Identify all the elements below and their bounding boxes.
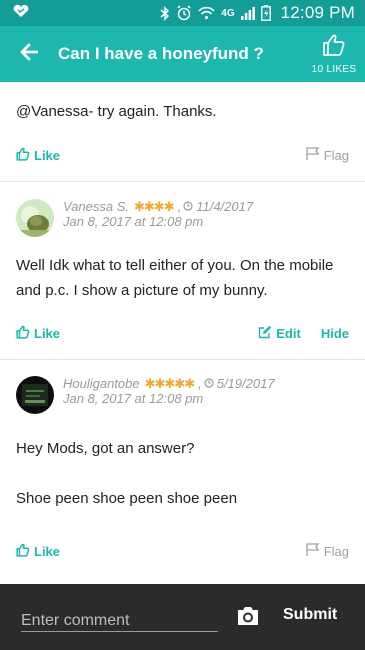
status-bar: 4G 12:09 PM xyxy=(0,0,365,26)
like-button[interactable]: Like xyxy=(16,543,60,560)
comment-composer: Submit xyxy=(0,584,365,650)
comment-item: Vanessa S. ✱✱✱✱ , 11/4/2017 Jan 8, 2017 … xyxy=(0,182,365,360)
thumbs-up-icon xyxy=(322,33,346,62)
comment-meta-text: Houligantobe ✱✱✱✱✱ , 5/19/2017 Jan 8, 20… xyxy=(63,376,275,406)
separator: , xyxy=(177,199,182,214)
member-since: 5/19/2017 xyxy=(216,376,275,391)
back-button[interactable] xyxy=(0,26,58,82)
author-name[interactable]: Vanessa S. xyxy=(63,199,129,214)
hide-button[interactable]: Hide xyxy=(321,326,349,341)
like-label: Like xyxy=(34,325,61,341)
camera-icon xyxy=(236,607,260,631)
status-icons: 4G 12:09 PM xyxy=(160,3,355,23)
comment-body: @Vanessa- try again. Thanks. xyxy=(16,103,217,120)
flag-icon xyxy=(306,147,320,163)
comment-meta: Vanessa S. ✱✱✱✱ , 11/4/2017 Jan 8, 2017 … xyxy=(16,199,253,237)
submit-button[interactable]: Submit xyxy=(283,606,337,624)
signal-icon xyxy=(240,6,255,20)
like-thread-button[interactable]: 10 LIKES xyxy=(303,26,365,82)
like-button[interactable]: Like xyxy=(16,147,60,164)
calendar-icon xyxy=(204,376,214,391)
calendar-icon xyxy=(183,199,193,214)
flag-label: Flag xyxy=(323,147,349,163)
comment-input[interactable] xyxy=(21,610,218,632)
like-label: Like xyxy=(34,147,61,163)
author-name[interactable]: Houligantobe xyxy=(63,376,140,391)
like-label: Like xyxy=(34,543,61,559)
comment-item: Houligantobe ✱✱✱✱✱ , 5/19/2017 Jan 8, 20… xyxy=(0,360,365,584)
clock: 12:09 PM xyxy=(280,3,355,22)
comment-actions: Like Flag xyxy=(16,145,349,165)
comment-meta: Houligantobe ✱✱✱✱✱ , 5/19/2017 Jan 8, 20… xyxy=(16,376,275,414)
flag-icon xyxy=(306,543,320,559)
alarm-icon xyxy=(176,5,192,21)
avatar[interactable] xyxy=(16,199,54,237)
app-bar: Can I have a honeyfund ? 10 LIKES xyxy=(0,26,365,82)
bluetooth-icon xyxy=(160,5,170,21)
network-label: 4G xyxy=(221,7,235,19)
likes-count: 10 LIKES xyxy=(311,64,357,75)
status-left xyxy=(12,4,160,23)
page-title: Can I have a honeyfund ? xyxy=(58,44,264,63)
back-arrow-icon xyxy=(20,43,39,66)
flag-label: Flag xyxy=(323,543,349,559)
comment-body: Well Idk what to tell either of you. On … xyxy=(16,257,334,299)
hide-label: Hide xyxy=(320,325,349,341)
wifi-icon xyxy=(198,6,215,20)
post-timestamp: Jan 8, 2017 at 12:08 pm xyxy=(63,391,204,406)
edit-button[interactable]: Edit xyxy=(258,325,301,342)
flag-button[interactable]: Flag xyxy=(306,543,349,559)
rating-stars: ✱✱✱✱✱ xyxy=(144,376,195,391)
like-button[interactable]: Like xyxy=(16,325,60,342)
author-line: Vanessa S. ✱✱✱✱ , 11/4/2017 xyxy=(63,199,253,214)
separator: , xyxy=(198,376,202,391)
edit-label: Edit xyxy=(276,325,301,341)
comment-body: Hey Mods, got an answer? xyxy=(16,440,195,457)
camera-button[interactable] xyxy=(236,605,260,627)
avatar[interactable] xyxy=(16,376,54,414)
edit-icon xyxy=(258,325,272,342)
author-line: Houligantobe ✱✱✱✱✱ , 5/19/2017 xyxy=(63,376,275,391)
thumbs-up-icon xyxy=(16,543,30,560)
comment-actions: Like Flag xyxy=(16,541,349,561)
comment-meta-text: Vanessa S. ✱✱✱✱ , 11/4/2017 Jan 8, 2017 … xyxy=(63,199,253,229)
thumbs-up-icon xyxy=(16,147,30,164)
thumbs-up-icon xyxy=(16,325,30,342)
rating-stars: ✱✱✱✱ xyxy=(134,199,175,214)
comment-list[interactable]: @Vanessa- try again. Thanks. Like Flag V… xyxy=(0,82,365,584)
comment-body: Shoe peen shoe peen shoe peen xyxy=(16,490,238,507)
member-since: 11/4/2017 xyxy=(196,199,254,214)
flag-button[interactable]: Flag xyxy=(306,147,349,163)
battery-icon xyxy=(260,5,271,21)
post-timestamp: Jan 8, 2017 at 12:08 pm xyxy=(63,214,204,229)
comment-item: @Vanessa- try again. Thanks. Like Flag xyxy=(0,82,365,182)
comment-actions: Like Edit Hide xyxy=(16,323,349,343)
iheart-icon xyxy=(12,4,30,23)
